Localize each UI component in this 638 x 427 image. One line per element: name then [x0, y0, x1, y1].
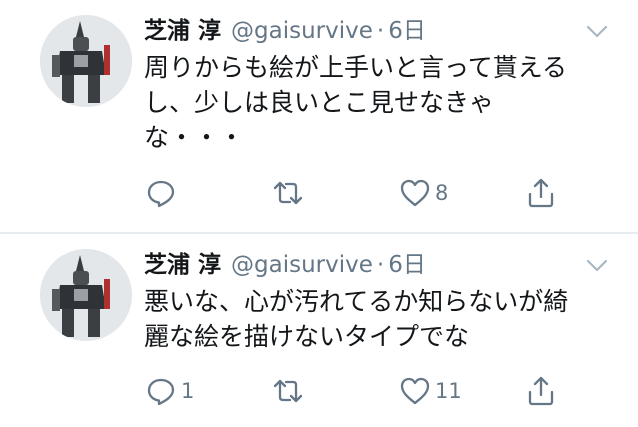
share-icon: [528, 178, 554, 208]
avatar[interactable]: [40, 249, 132, 341]
retweet-icon: [273, 379, 303, 403]
reply-count: 1: [181, 379, 195, 403]
share-button[interactable]: [525, 371, 557, 411]
more-options-button[interactable]: [586, 24, 608, 40]
author-handle[interactable]: @gaisurvive: [231, 250, 373, 280]
reply-icon: [147, 180, 175, 208]
avatar[interactable]: [40, 15, 132, 107]
author-name[interactable]: 芝浦 淳: [144, 250, 221, 280]
avatar-image: [40, 15, 132, 107]
author-handle[interactable]: @gaisurvive: [231, 16, 373, 46]
retweet-button[interactable]: [272, 173, 308, 213]
share-button[interactable]: [525, 173, 557, 213]
like-button[interactable]: 11: [399, 371, 462, 411]
tweet-header: 芝浦 淳 @gaisurvive · 6日: [144, 250, 426, 280]
author-name[interactable]: 芝浦 淳: [144, 16, 221, 46]
tweet[interactable]: 芝浦 淳 @gaisurvive · 6日 周りからも絵が上手いと言って貰える …: [0, 0, 638, 233]
tweet-text: 悪いな、心が汚れてるか知らないが綺 麗な絵を描けないタイプでな: [144, 284, 624, 354]
more-options-button[interactable]: [586, 258, 608, 274]
tweet[interactable]: 芝浦 淳 @gaisurvive · 6日 悪いな、心が汚れてるか知らないが綺 …: [0, 234, 638, 427]
avatar-image: [40, 249, 132, 341]
heart-icon: [400, 377, 430, 405]
header-separator: ·: [376, 252, 385, 278]
retweet-button[interactable]: [272, 371, 308, 411]
chevron-down-icon: [586, 259, 608, 272]
tweet-header: 芝浦 淳 @gaisurvive · 6日: [144, 16, 426, 46]
reply-button[interactable]: [145, 173, 181, 213]
like-count: 8: [435, 181, 449, 205]
header-separator: ·: [376, 18, 385, 44]
like-count: 11: [435, 379, 462, 403]
tweet-text-line: し、少しは良いとこ見せなきゃ: [144, 88, 495, 117]
like-button[interactable]: 8: [399, 173, 448, 213]
retweet-icon: [273, 181, 303, 205]
heart-icon: [400, 179, 430, 207]
tweet-text-line: 悪いな、心が汚れてるか知らないが綺: [144, 287, 569, 316]
timestamp[interactable]: 6日: [388, 16, 426, 46]
tweet-actions: 8: [0, 173, 638, 213]
reply-icon: [147, 378, 175, 406]
tweet-text-line: 周りからも絵が上手いと言って貰える: [144, 53, 568, 82]
tweet-text: 周りからも絵が上手いと言って貰える し、少しは良いとこ見せなきゃ な・・・: [144, 50, 624, 155]
share-icon: [528, 376, 554, 406]
tweet-text-line: な・・・: [144, 123, 245, 152]
timestamp[interactable]: 6日: [388, 250, 426, 280]
tweet-actions: 1 11: [0, 371, 638, 411]
chevron-down-icon: [586, 25, 608, 38]
timeline: 芝浦 淳 @gaisurvive · 6日 周りからも絵が上手いと言って貰える …: [0, 0, 638, 427]
tweet-text-line: 麗な絵を描けないタイプでな: [144, 322, 470, 351]
reply-button[interactable]: 1: [145, 371, 194, 411]
